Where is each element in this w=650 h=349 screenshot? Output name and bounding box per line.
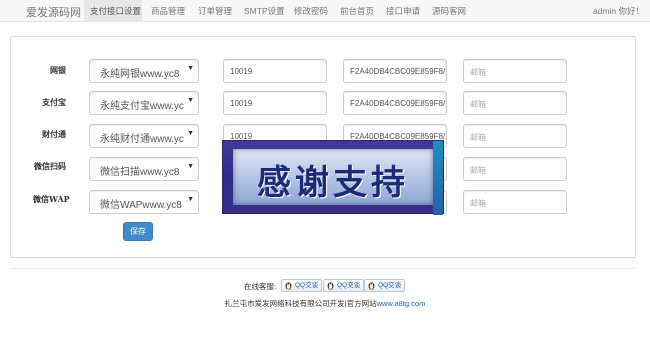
channel-select-wechat-scan[interactable]: 微信扫描www.yc8 ▼ [89,157,199,181]
banner-edge [433,141,443,215]
row-label-alipay: 支付宝 [42,97,66,107]
merchant-id-input-alipay[interactable]: 10019 [223,91,327,115]
chevron-down-icon: ▼ [187,163,194,170]
footer-service-line: 在线客服: QQ交谈 QQ交谈 QQ交谈 [0,279,650,293]
copyright-text: 扎兰屯市爱发网络科技有限公司开发|官方网站 [224,299,377,308]
nav-interface-apply[interactable]: 接口申请 [386,0,420,22]
email-input-wechat-wap[interactable]: 邮箱 [463,190,567,214]
chevron-down-icon: ▼ [187,65,194,72]
qq-penguin-icon [368,282,375,290]
official-site-link[interactable]: www.a8tg.com [377,299,426,308]
nav-front-home[interactable]: 前台首页 [340,0,374,22]
thanks-support-banner: 感谢支持 [222,140,444,215]
nav-payment-settings[interactable]: 支付接口设置 [84,0,142,22]
merchant-id-input-bank[interactable]: 10019 [223,59,327,83]
email-placeholder: 邮箱 [470,100,486,109]
footer-copyright: 扎兰屯市爱发网络科技有限公司开发|官方网站www.a8tg.com [0,298,650,309]
chevron-down-icon: ▼ [187,97,194,104]
channel-select-alipay[interactable]: 永纯支付宝www.yc ▼ [89,91,199,115]
qq-chat-button-3[interactable]: QQ交谈 [364,279,406,292]
email-placeholder: 邮箱 [470,199,486,208]
merchant-id-value: 10019 [230,67,253,76]
channel-select-wechat-wap[interactable]: 微信WAPwww.yc8 ▼ [89,190,199,214]
key-input-alipay[interactable]: F2A40DB4CBC09E859F8/ [343,91,447,115]
email-placeholder: 邮箱 [470,166,486,175]
key-input-bank[interactable]: F2A40DB4CBC09E859F8/ [343,59,447,83]
chevron-down-icon: ▼ [187,196,194,203]
channel-select-tenpay[interactable]: 永纯财付通www.yc ▼ [89,124,199,148]
user-menu[interactable]: admin 你好！ [593,0,644,22]
channel-select-value: 永纯支付宝www.yc [100,101,184,112]
key-value: F2A40DB4CBC09E859F8/ [350,99,446,108]
qq-penguin-icon [327,282,334,290]
footer-divider [10,268,636,269]
nav-source-site[interactable]: 源码客网 [432,0,466,22]
row-label-bank: 网银 [50,65,66,75]
channel-select-bank[interactable]: 永纯网银www.yc8 ▼ [89,59,199,83]
qq-penguin-icon [285,282,292,290]
save-button[interactable]: 保存 [123,222,153,241]
qq-chat-label: QQ交谈 [337,282,361,289]
service-label: 在线客服: [244,282,277,291]
nav-product-management[interactable]: 商品管理 [151,0,185,22]
channel-select-value: 微信WAPwww.yc8 [100,200,182,211]
qq-chat-button-1[interactable]: QQ交谈 [281,279,323,292]
channel-select-value: 永纯网银www.yc8 [100,69,180,80]
channel-select-value: 微信扫描www.yc8 [100,167,180,178]
top-navbar: 爱发源码网 支付接口设置 商品管理 订单管理 SMTP设置 修改密码 前台首页 … [0,0,650,22]
email-placeholder: 邮箱 [470,68,486,77]
merchant-id-value: 10019 [230,99,253,108]
channel-select-value: 永纯财付通www.yc [100,134,184,145]
banner-plate: 感谢支持 [233,149,433,205]
row-label-wechat-scan: 微信扫码 [34,161,66,171]
qq-chat-label: QQ交谈 [378,282,402,289]
row-label-wechat-wap: 微信WAP [33,194,70,204]
qq-chat-button-2[interactable]: QQ交谈 [323,279,365,292]
email-placeholder: 邮箱 [470,133,486,142]
chevron-down-icon: ▼ [187,130,194,137]
email-input-alipay[interactable]: 邮箱 [463,91,567,115]
nav-change-password[interactable]: 修改密码 [294,0,328,22]
email-input-bank[interactable]: 邮箱 [463,59,567,83]
banner-text: 感谢支持 [257,163,409,203]
nav-smtp-settings[interactable]: SMTP设置 [244,0,285,22]
qq-chat-label: QQ交谈 [295,282,319,289]
email-input-tenpay[interactable]: 邮箱 [463,124,567,148]
row-label-tenpay: 财付通 [42,129,66,139]
nav-order-management[interactable]: 订单管理 [198,0,232,22]
key-value: F2A40DB4CBC09E859F8/ [350,67,446,76]
brand-logo[interactable]: 爱发源码网 [26,4,81,20]
email-input-wechat-scan[interactable]: 邮箱 [463,157,567,181]
